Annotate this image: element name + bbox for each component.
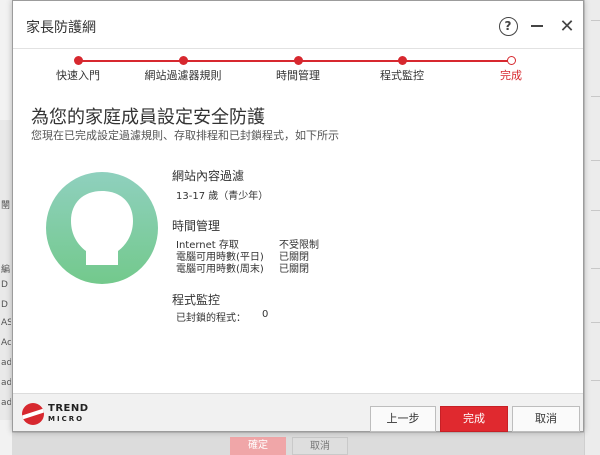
title-bar: 家長防護網 ? ✕	[13, 1, 583, 49]
trend-micro-ball-icon	[22, 403, 44, 425]
step-label-web-filter: 網站過濾器規則	[144, 69, 222, 82]
background-text: ad	[1, 378, 11, 388]
page-subheading: 您現在已完成設定過濾規則、存取排程和已封鎖程式，如下所示	[31, 129, 339, 142]
logo-text-line1: TREND	[48, 403, 89, 414]
page-heading: 為您的家庭成員設定安全防護	[31, 107, 265, 128]
step-label-time-management: 時間管理	[276, 69, 320, 82]
finish-button[interactable]: 完成	[440, 406, 508, 432]
logo-text-line2: MICRO	[48, 415, 85, 423]
web-filter-value: 13-17 歲（青少年）	[176, 191, 269, 202]
web-filter-title: 網站內容過濾	[172, 169, 245, 183]
weekend-hours-value: 已關閉	[279, 264, 309, 275]
minimize-icon	[531, 25, 543, 27]
background-text: 闉	[1, 201, 11, 211]
close-icon: ✕	[559, 15, 575, 37]
minimize-button[interactable]	[526, 15, 548, 37]
background-right-scrollbar	[584, 0, 600, 455]
background-text: ad	[1, 358, 11, 368]
weekend-hours-label: 電腦可用時數(周末)	[176, 264, 264, 275]
background-cancel-button: 取消	[292, 437, 348, 455]
step-dot-program-monitor	[397, 56, 407, 65]
close-button[interactable]: ✕	[556, 15, 578, 37]
background-text: ad	[1, 398, 11, 408]
step-dot-time-management	[293, 56, 303, 65]
family-member-avatar-icon	[46, 172, 158, 284]
background-text: AS	[1, 318, 11, 328]
blocked-programs-count: 0	[262, 309, 269, 320]
background-text: D	[1, 300, 8, 310]
step-dot-finish	[506, 56, 516, 65]
background-confirm-button: 確定	[230, 437, 286, 455]
step-dot-web-filter	[178, 56, 188, 65]
cancel-button[interactable]: 取消	[512, 406, 580, 432]
time-management-title: 時間管理	[172, 219, 221, 233]
background-text: 編	[1, 265, 11, 275]
step-dot-quickstart	[73, 56, 83, 65]
program-monitor-title: 程式監控	[172, 293, 221, 307]
background-text: D	[1, 280, 8, 290]
step-label-program-monitor: 程式監控	[380, 69, 424, 82]
step-label-quickstart: 快速入門	[56, 69, 100, 82]
help-icon: ?	[498, 16, 518, 36]
trend-micro-logo: TREND MICRO	[22, 403, 89, 425]
dialog-title: 家長防護網	[26, 20, 96, 36]
back-button[interactable]: 上一步	[370, 406, 436, 432]
blocked-programs-label: 已封鎖的程式：	[176, 313, 246, 324]
background-left-panel: 闉 編 D D AS Ac ad ad ad	[0, 120, 12, 420]
progress-stepper: 快速入門 網站過濾器規則 時間管理 程式監控 完成	[13, 49, 583, 89]
step-label-finish: 完成	[500, 69, 522, 82]
background-text: Ac	[1, 338, 11, 348]
help-button[interactable]: ?	[497, 15, 519, 37]
parental-controls-dialog: 家長防護網 ? ✕ 快速入門 網站過濾器規則 時間管理 程式監控 完成 為您的家…	[12, 0, 584, 432]
